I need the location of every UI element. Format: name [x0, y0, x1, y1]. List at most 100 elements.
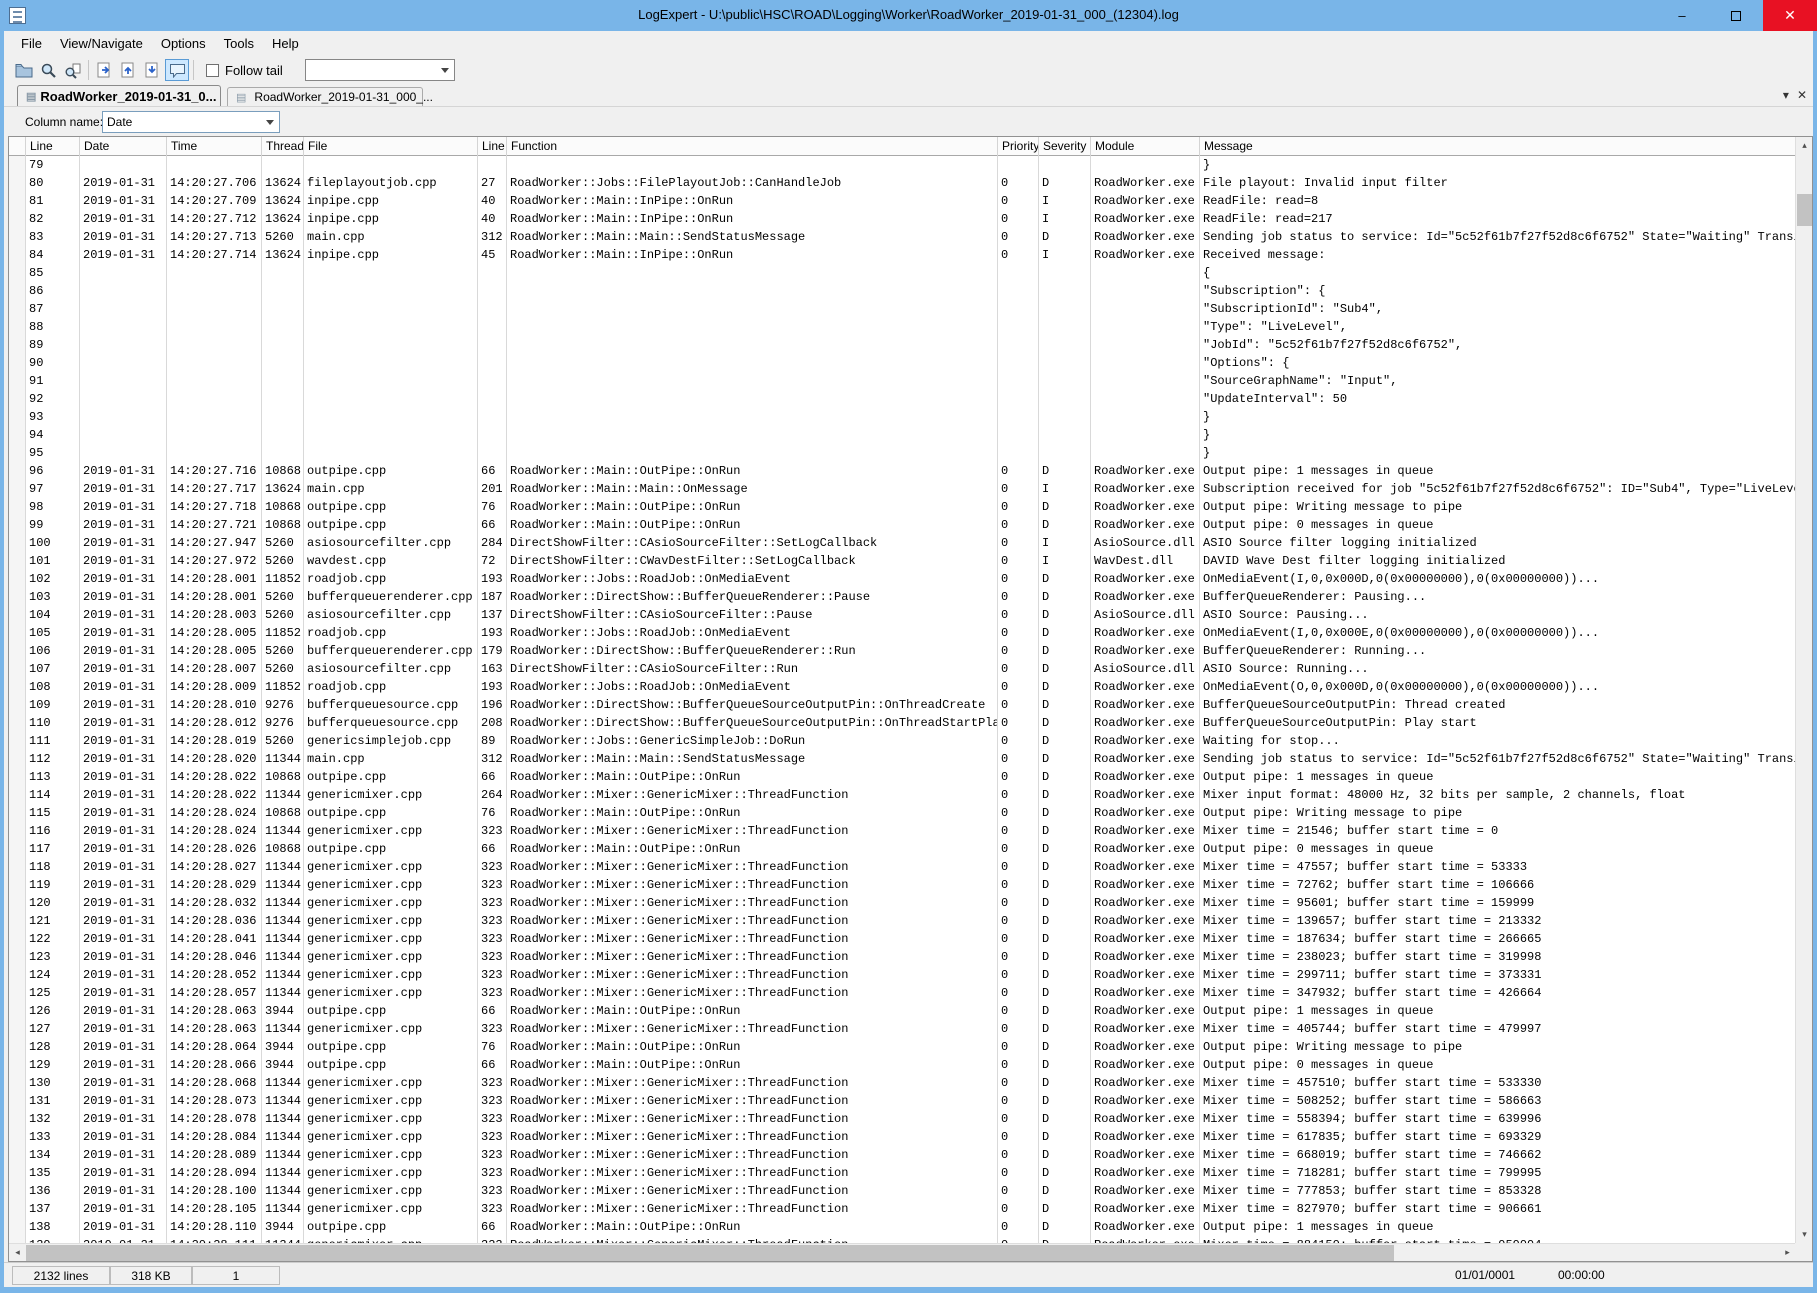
column-header-time-3[interactable]: Time: [167, 137, 262, 156]
table-row[interactable]: 1322019-01-3114:20:28.07811344genericmix…: [9, 1110, 1796, 1128]
table-row[interactable]: 1232019-01-3114:20:28.04611344genericmix…: [9, 948, 1796, 966]
horizontal-scroll-thumb[interactable]: [26, 1245, 1394, 1261]
table-row[interactable]: 812019-01-3114:20:27.70913624inpipe.cpp4…: [9, 192, 1796, 210]
table-row[interactable]: 87"SubscriptionId": "Sub4",: [9, 300, 1796, 318]
table-row[interactable]: 1392019-01-3114:20:28.11111344genericmix…: [9, 1236, 1796, 1243]
table-row[interactable]: 802019-01-3114:20:27.70613624fileplayout…: [9, 174, 1796, 192]
column-header-module-10[interactable]: Module: [1091, 137, 1200, 156]
menu-tools[interactable]: Tools: [215, 32, 263, 55]
table-row[interactable]: 92"UpdateInterval": 50: [9, 390, 1796, 408]
table-row[interactable]: 1212019-01-3114:20:28.03611344genericmix…: [9, 912, 1796, 930]
maximize-button[interactable]: [1709, 0, 1763, 31]
table-row[interactable]: 1222019-01-3114:20:28.04111344genericmix…: [9, 930, 1796, 948]
minimize-button[interactable]: –: [1655, 0, 1709, 31]
table-row[interactable]: 992019-01-3114:20:27.72110868outpipe.cpp…: [9, 516, 1796, 534]
table-row[interactable]: 972019-01-3114:20:27.71713624main.cpp201…: [9, 480, 1796, 498]
table-row[interactable]: 1152019-01-3114:20:28.02410868outpipe.cp…: [9, 804, 1796, 822]
titlebar[interactable]: LogExpert - U:\public\HSC\ROAD\Logging\W…: [0, 0, 1817, 31]
column-name-combobox[interactable]: Date: [102, 111, 280, 133]
open-file-icon[interactable]: [12, 59, 36, 81]
table-row[interactable]: 1352019-01-3114:20:28.09411344genericmix…: [9, 1164, 1796, 1182]
table-row[interactable]: 89"JobId": "5c52f61b7f27f52d8c6f6752",: [9, 336, 1796, 354]
table-row[interactable]: 88"Type": "LiveLevel",: [9, 318, 1796, 336]
follow-tail-checkbox[interactable]: [206, 64, 219, 77]
comment-bubble-icon[interactable]: [165, 59, 189, 81]
table-row[interactable]: 1102019-01-3114:20:28.0129276bufferqueue…: [9, 714, 1796, 732]
goto-next-icon[interactable]: [93, 59, 117, 81]
table-row[interactable]: 1332019-01-3114:20:28.08411344genericmix…: [9, 1128, 1796, 1146]
column-header-message-11[interactable]: Message: [1200, 137, 1796, 156]
table-row[interactable]: 1172019-01-3114:20:28.02610868outpipe.cp…: [9, 840, 1796, 858]
column-header-severity-9[interactable]: Severity: [1039, 137, 1091, 156]
table-row[interactable]: 1052019-01-3114:20:28.00511852roadjob.cp…: [9, 624, 1796, 642]
menu-help[interactable]: Help: [263, 32, 308, 55]
search-filter-icon[interactable]: [60, 59, 84, 81]
table-row[interactable]: 1262019-01-3114:20:28.0633944outpipe.cpp…: [9, 1002, 1796, 1020]
table-row[interactable]: 1122019-01-3114:20:28.02011344main.cpp31…: [9, 750, 1796, 768]
table-row[interactable]: 832019-01-3114:20:27.7135260main.cpp312R…: [9, 228, 1796, 246]
tab-roadworker-active[interactable]: ▤ RoadWorker_2019-01-31_0...: [17, 85, 221, 106]
column-header-thread-4[interactable]: Thread: [262, 137, 304, 156]
table-row[interactable]: 1182019-01-3114:20:28.02711344genericmix…: [9, 858, 1796, 876]
tab-close-icon[interactable]: ✕: [1797, 88, 1807, 102]
menu-view-navigate[interactable]: View/Navigate: [51, 32, 152, 55]
table-row[interactable]: 1032019-01-3114:20:28.0015260bufferqueue…: [9, 588, 1796, 606]
scroll-left-icon[interactable]: ◂: [9, 1244, 26, 1261]
table-row[interactable]: 93}: [9, 408, 1796, 426]
table-row[interactable]: 1072019-01-3114:20:28.0075260asiosourcef…: [9, 660, 1796, 678]
table-row[interactable]: 1022019-01-3114:20:28.00111852roadjob.cp…: [9, 570, 1796, 588]
table-row[interactable]: 1342019-01-3114:20:28.08911344genericmix…: [9, 1146, 1796, 1164]
table-row[interactable]: 822019-01-3114:20:27.71213624inpipe.cpp4…: [9, 210, 1796, 228]
table-row[interactable]: 1002019-01-3114:20:27.9475260asiosourcef…: [9, 534, 1796, 552]
horizontal-scrollbar[interactable]: ◂ ▸: [9, 1243, 1796, 1261]
table-row[interactable]: 962019-01-3114:20:27.71610868outpipe.cpp…: [9, 462, 1796, 480]
column-header-date-2[interactable]: Date: [80, 137, 167, 156]
table-row[interactable]: 1312019-01-3114:20:28.07311344genericmix…: [9, 1092, 1796, 1110]
search-icon[interactable]: [36, 59, 60, 81]
table-row[interactable]: 85{: [9, 264, 1796, 282]
table-row[interactable]: 982019-01-3114:20:27.71810868outpipe.cpp…: [9, 498, 1796, 516]
vertical-scrollbar[interactable]: ▴ ▾: [1795, 137, 1812, 1243]
column-header-file-5[interactable]: File: [304, 137, 478, 156]
table-row[interactable]: 1142019-01-3114:20:28.02211344genericmix…: [9, 786, 1796, 804]
table-row[interactable]: 1112019-01-3114:20:28.0195260genericsimp…: [9, 732, 1796, 750]
menu-options[interactable]: Options: [152, 32, 215, 55]
table-row[interactable]: 1372019-01-3114:20:28.10511344genericmix…: [9, 1200, 1796, 1218]
scroll-right-icon[interactable]: ▸: [1779, 1244, 1796, 1261]
table-row[interactable]: 1282019-01-3114:20:28.0643944outpipe.cpp…: [9, 1038, 1796, 1056]
table-row[interactable]: 842019-01-3114:20:27.71413624inpipe.cpp4…: [9, 246, 1796, 264]
table-row[interactable]: 1272019-01-3114:20:28.06311344genericmix…: [9, 1020, 1796, 1038]
table-row[interactable]: 86"Subscription": {: [9, 282, 1796, 300]
table-row[interactable]: 90"Options": {: [9, 354, 1796, 372]
table-row[interactable]: 1192019-01-3114:20:28.02911344genericmix…: [9, 876, 1796, 894]
table-row[interactable]: 1242019-01-3114:20:28.05211344genericmix…: [9, 966, 1796, 984]
table-row[interactable]: 95}: [9, 444, 1796, 462]
menu-file[interactable]: File: [12, 32, 51, 55]
column-header-line-6[interactable]: Line: [478, 137, 507, 156]
tab-roadworker-inactive[interactable]: ▤ RoadWorker_2019-01-31_000_...: [227, 87, 423, 106]
table-row[interactable]: 1042019-01-3114:20:28.0035260asiosourcef…: [9, 606, 1796, 624]
table-row[interactable]: 1302019-01-3114:20:28.06811344genericmix…: [9, 1074, 1796, 1092]
table-row[interactable]: 1082019-01-3114:20:28.00911852roadjob.cp…: [9, 678, 1796, 696]
table-row[interactable]: 1062019-01-3114:20:28.0055260bufferqueue…: [9, 642, 1796, 660]
column-header-priority-8[interactable]: Priority: [998, 137, 1039, 156]
table-row[interactable]: 79}: [9, 156, 1796, 174]
close-button[interactable]: ✕: [1763, 0, 1817, 31]
table-row[interactable]: 1162019-01-3114:20:28.02411344genericmix…: [9, 822, 1796, 840]
table-row[interactable]: 94}: [9, 426, 1796, 444]
table-row[interactable]: 1092019-01-3114:20:28.0109276bufferqueue…: [9, 696, 1796, 714]
scroll-down-icon[interactable]: ▾: [1796, 1226, 1813, 1243]
tab-list-chevron-icon[interactable]: ▾: [1783, 88, 1789, 102]
bookmark-down-icon[interactable]: [141, 59, 165, 81]
table-row[interactable]: 1382019-01-3114:20:28.1103944outpipe.cpp…: [9, 1218, 1796, 1236]
table-row[interactable]: 1202019-01-3114:20:28.03211344genericmix…: [9, 894, 1796, 912]
bookmark-up-icon[interactable]: [117, 59, 141, 81]
scroll-up-icon[interactable]: ▴: [1796, 137, 1813, 154]
vertical-scroll-thumb[interactable]: [1797, 194, 1812, 226]
column-header-line-1[interactable]: Line: [26, 137, 80, 156]
table-row[interactable]: 1362019-01-3114:20:28.10011344genericmix…: [9, 1182, 1796, 1200]
toolbar-combobox[interactable]: [305, 59, 455, 81]
column-header-function-7[interactable]: Function: [507, 137, 998, 156]
table-row[interactable]: 91"SourceGraphName": "Input",: [9, 372, 1796, 390]
table-row[interactable]: 1252019-01-3114:20:28.05711344genericmix…: [9, 984, 1796, 1002]
